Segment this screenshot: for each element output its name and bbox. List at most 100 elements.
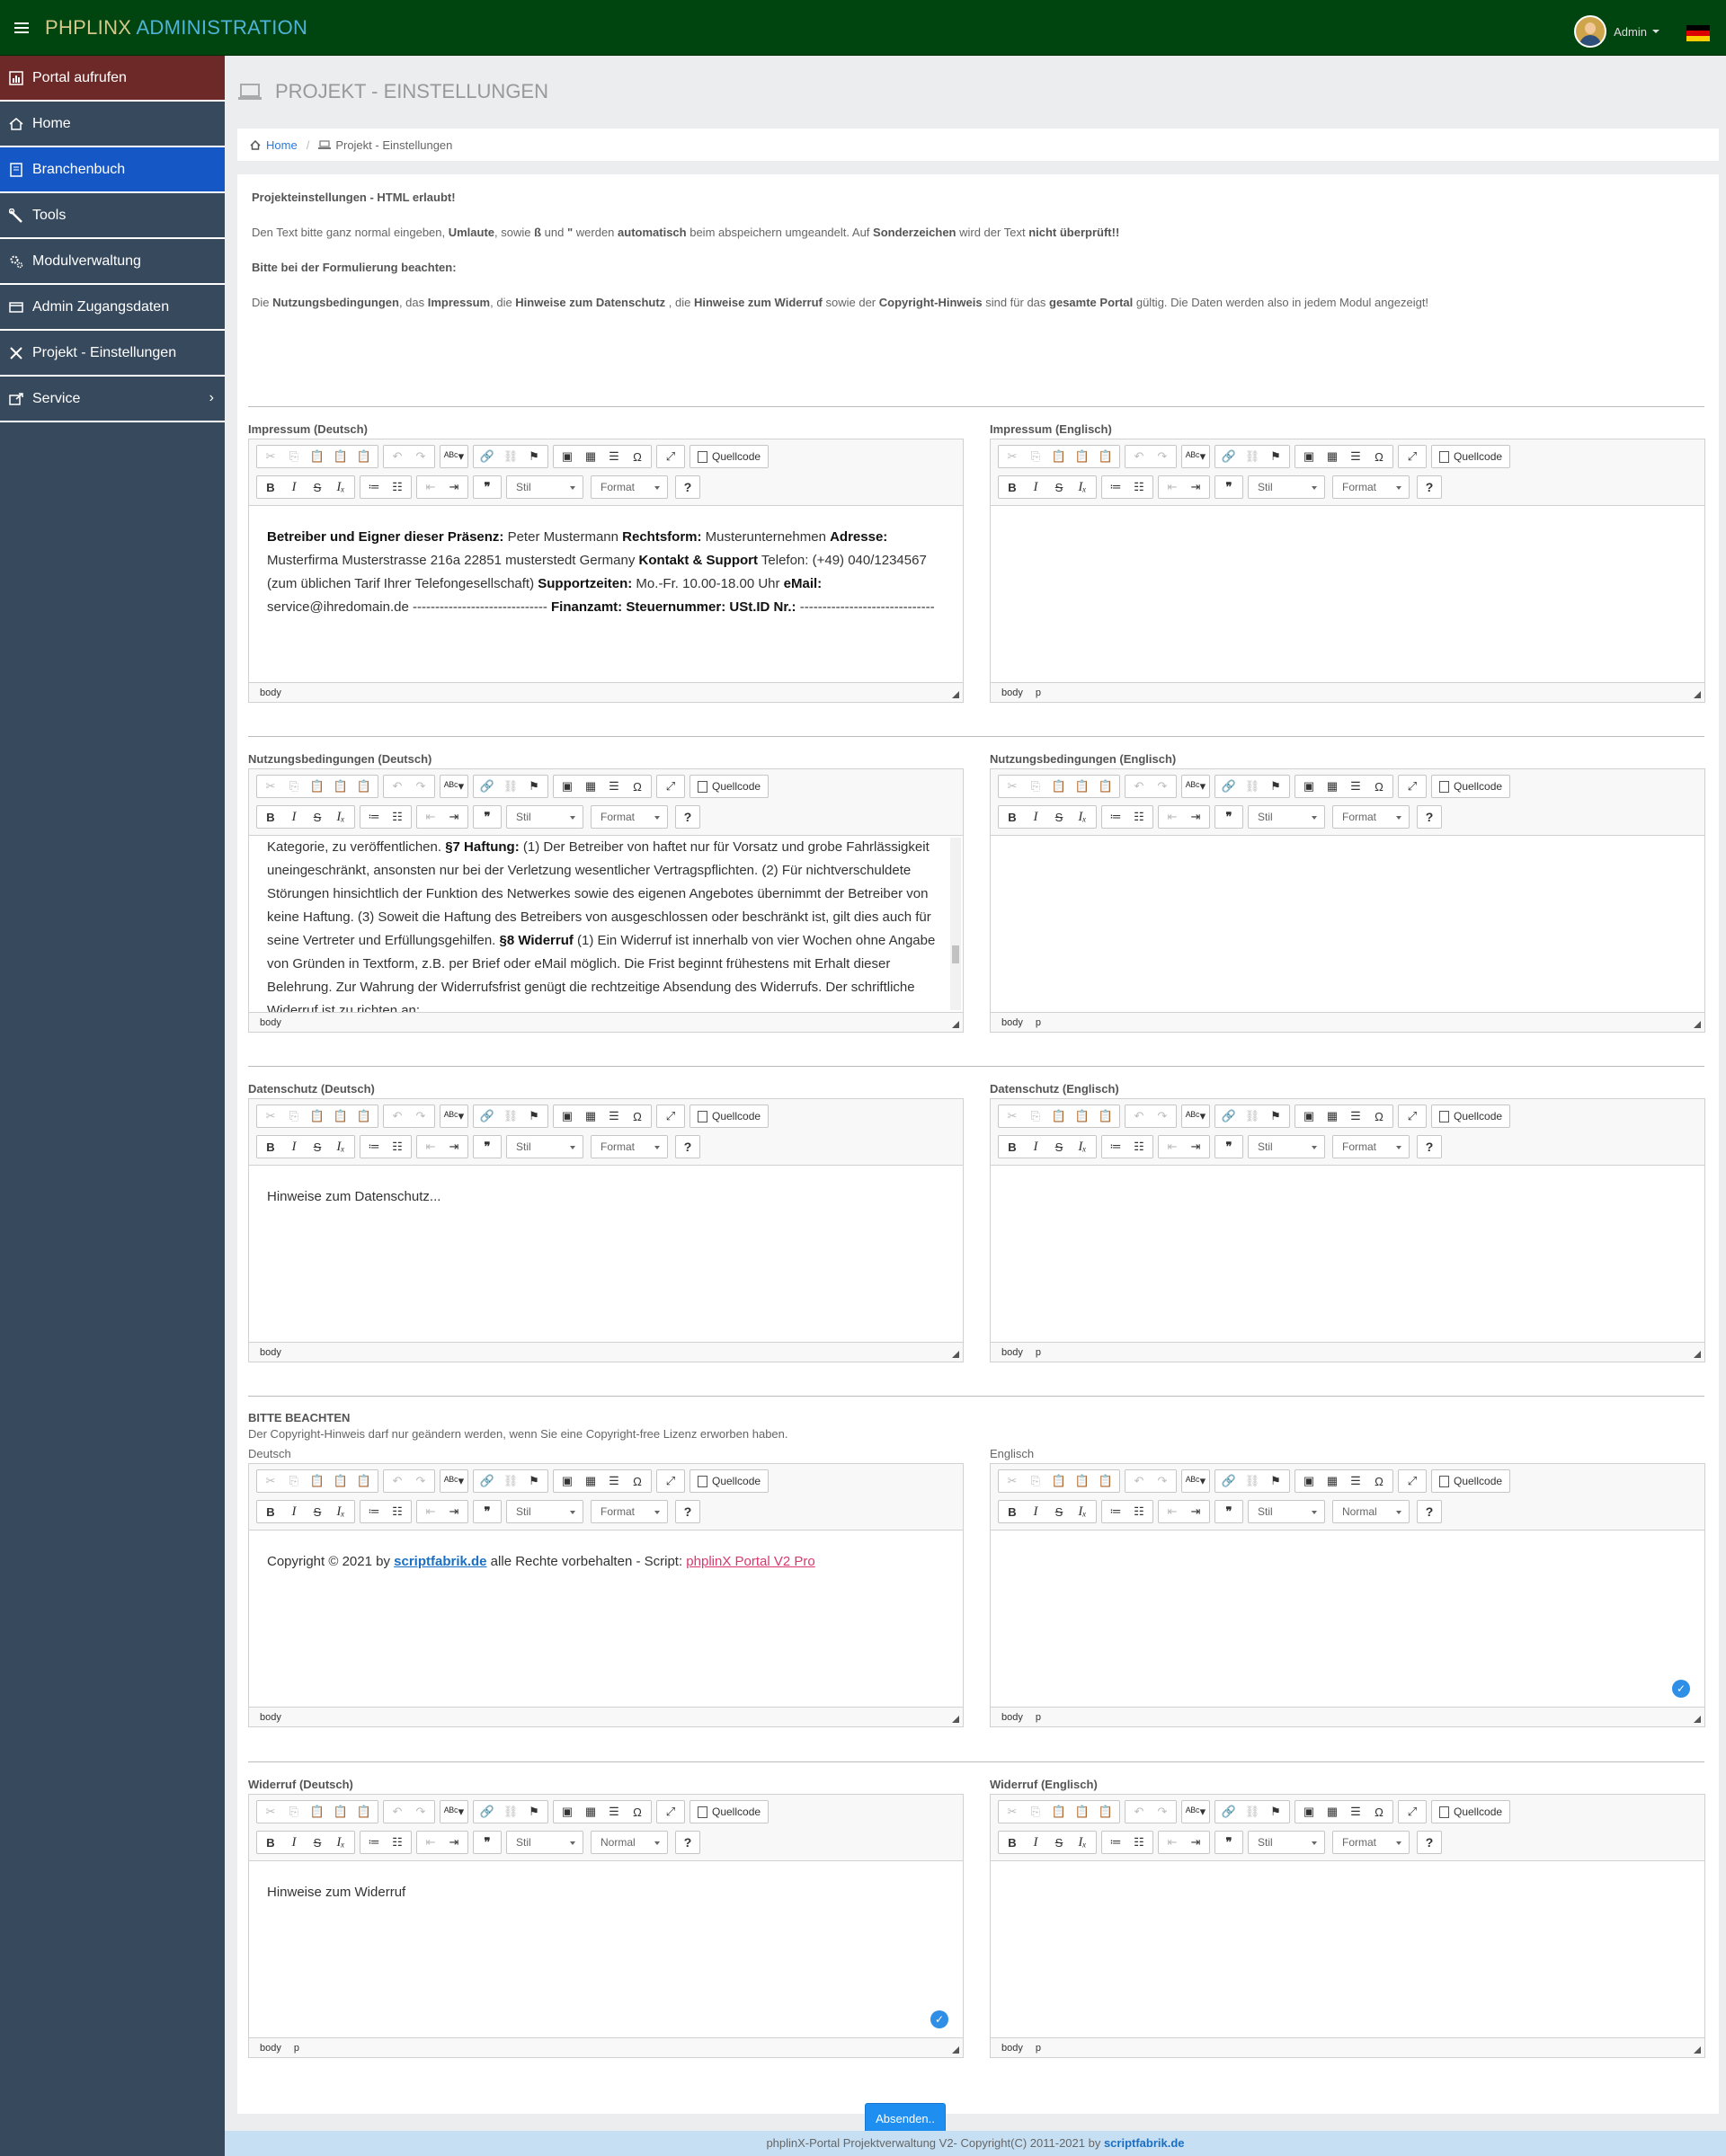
redo-icon[interactable]: ↷ [1151, 1801, 1174, 1823]
style-dropdown[interactable]: Stil [1248, 475, 1325, 499]
sidebar-item-admin-zugangsdaten[interactable]: Admin Zugangsdaten [0, 285, 225, 331]
maximize-icon[interactable]: ⤢ [1401, 446, 1424, 467]
resize-handle-icon[interactable] [1694, 1351, 1701, 1358]
link-icon[interactable]: 🔗 [476, 1470, 499, 1492]
special-char-icon[interactable]: Ω [1367, 1470, 1391, 1492]
resize-handle-icon[interactable] [1694, 1716, 1701, 1723]
paste-icon[interactable]: 📋 [1047, 1470, 1071, 1492]
table-icon[interactable]: ▦ [1321, 1105, 1344, 1127]
link-icon[interactable]: 🔗 [1217, 1801, 1241, 1823]
language-flag-de-icon[interactable] [1686, 25, 1710, 41]
paste-word-icon[interactable]: 📋 [1094, 1105, 1117, 1127]
editor-content[interactable]: Betreiber und Eigner dieser Präsenz: Pet… [249, 506, 963, 682]
phplinx-link[interactable]: phplinX Portal V2 Pro [686, 1554, 814, 1569]
unlink-icon[interactable]: ⛓ [499, 1105, 522, 1127]
strike-icon[interactable]: S [306, 1501, 329, 1522]
undo-icon[interactable]: ↶ [386, 1801, 409, 1823]
bullet-list-icon[interactable]: ☷ [386, 476, 409, 498]
paste-word-icon[interactable]: 📋 [352, 1470, 376, 1492]
blockquote-icon[interactable]: ❞ [1217, 806, 1241, 828]
strike-icon[interactable]: S [1047, 1501, 1071, 1522]
bold-icon[interactable]: B [259, 806, 282, 828]
undo-icon[interactable]: ↶ [1127, 776, 1151, 797]
numbered-list-icon[interactable]: ≔ [362, 1832, 386, 1853]
strike-icon[interactable]: S [1047, 806, 1071, 828]
menu-toggle-icon[interactable] [14, 20, 29, 36]
outdent-icon[interactable]: ⇤ [1161, 806, 1184, 828]
editor-content[interactable] [991, 506, 1704, 682]
source-button[interactable]: Quellcode [1434, 446, 1508, 467]
strike-icon[interactable]: S [306, 1832, 329, 1853]
style-dropdown[interactable]: Stil [506, 1135, 583, 1158]
maximize-icon[interactable]: ⤢ [1401, 1470, 1424, 1492]
unlink-icon[interactable]: ⛓ [499, 776, 522, 797]
redo-icon[interactable]: ↷ [1151, 1470, 1174, 1492]
image-icon[interactable]: ▣ [556, 1801, 579, 1823]
paste-word-icon[interactable]: 📋 [1094, 1801, 1117, 1823]
spellcheck-icon[interactable]: ᴬᴮᶜ▾ [1184, 1470, 1207, 1492]
undo-icon[interactable]: ↶ [386, 446, 409, 467]
indent-icon[interactable]: ⇥ [442, 806, 466, 828]
style-dropdown[interactable]: Stil [1248, 1135, 1325, 1158]
indent-icon[interactable]: ⇥ [1184, 1501, 1207, 1522]
help-button[interactable]: ? [675, 805, 700, 829]
scrollbar[interactable] [950, 838, 961, 1010]
anchor-icon[interactable]: ⚑ [522, 446, 546, 467]
bold-icon[interactable]: B [1001, 1136, 1024, 1158]
strike-icon[interactable]: S [1047, 476, 1071, 498]
image-icon[interactable]: ▣ [1297, 1105, 1321, 1127]
indent-icon[interactable]: ⇥ [1184, 806, 1207, 828]
italic-icon[interactable]: I [1024, 1832, 1047, 1853]
numbered-list-icon[interactable]: ≔ [362, 1136, 386, 1158]
path-item[interactable]: p [294, 2043, 299, 2054]
hr-icon[interactable]: ☰ [602, 1105, 626, 1127]
scriptfabrik-link[interactable]: scriptfabrik.de [394, 1554, 486, 1569]
copy-icon[interactable]: ⎘ [1024, 776, 1047, 797]
maximize-icon[interactable]: ⤢ [659, 776, 682, 797]
blockquote-icon[interactable]: ❞ [476, 1501, 499, 1522]
link-icon[interactable]: 🔗 [1217, 1105, 1241, 1127]
maximize-icon[interactable]: ⤢ [659, 1105, 682, 1127]
style-dropdown[interactable]: Stil [1248, 1500, 1325, 1523]
resize-handle-icon[interactable] [1694, 1021, 1701, 1028]
hr-icon[interactable]: ☰ [1344, 1105, 1367, 1127]
blockquote-icon[interactable]: ❞ [476, 806, 499, 828]
redo-icon[interactable]: ↷ [409, 1801, 432, 1823]
maximize-icon[interactable]: ⤢ [659, 1801, 682, 1823]
cut-icon[interactable]: ✂ [259, 446, 282, 467]
help-button[interactable]: ? [1417, 475, 1442, 499]
hr-icon[interactable]: ☰ [1344, 776, 1367, 797]
spellcheck-icon[interactable]: ᴬᴮᶜ▾ [1184, 446, 1207, 467]
hr-icon[interactable]: ☰ [602, 1801, 626, 1823]
strike-icon[interactable]: S [306, 1136, 329, 1158]
link-icon[interactable]: 🔗 [476, 446, 499, 467]
remove-format-icon[interactable]: Iₓ [1071, 1501, 1094, 1522]
undo-icon[interactable]: ↶ [386, 776, 409, 797]
italic-icon[interactable]: I [1024, 1136, 1047, 1158]
editor-content[interactable]: Copyright © 2021 by scriptfabrik.de alle… [249, 1530, 963, 1707]
format-dropdown[interactable]: Normal [1332, 1500, 1410, 1523]
bold-icon[interactable]: B [259, 1136, 282, 1158]
redo-icon[interactable]: ↷ [409, 1105, 432, 1127]
paste-text-icon[interactable]: 📋 [329, 1470, 352, 1492]
sidebar-item-projekt-einstellungen[interactable]: Projekt - Einstellungen [0, 331, 225, 377]
indent-icon[interactable]: ⇥ [1184, 476, 1207, 498]
style-dropdown[interactable]: Stil [1248, 805, 1325, 829]
outdent-icon[interactable]: ⇤ [1161, 1832, 1184, 1853]
remove-format-icon[interactable]: Iₓ [1071, 1832, 1094, 1853]
special-char-icon[interactable]: Ω [1367, 1801, 1391, 1823]
remove-format-icon[interactable]: Iₓ [1071, 806, 1094, 828]
path-item[interactable]: body [260, 1017, 281, 1028]
undo-icon[interactable]: ↶ [386, 1470, 409, 1492]
image-icon[interactable]: ▣ [1297, 446, 1321, 467]
image-icon[interactable]: ▣ [556, 776, 579, 797]
format-dropdown[interactable]: Format [1332, 1831, 1410, 1854]
blockquote-icon[interactable]: ❞ [1217, 1501, 1241, 1522]
anchor-icon[interactable]: ⚑ [522, 776, 546, 797]
paste-icon[interactable]: 📋 [1047, 1105, 1071, 1127]
bold-icon[interactable]: B [1001, 476, 1024, 498]
cut-icon[interactable]: ✂ [259, 1470, 282, 1492]
italic-icon[interactable]: I [1024, 1501, 1047, 1522]
anchor-icon[interactable]: ⚑ [522, 1470, 546, 1492]
resize-handle-icon[interactable] [1694, 2046, 1701, 2054]
